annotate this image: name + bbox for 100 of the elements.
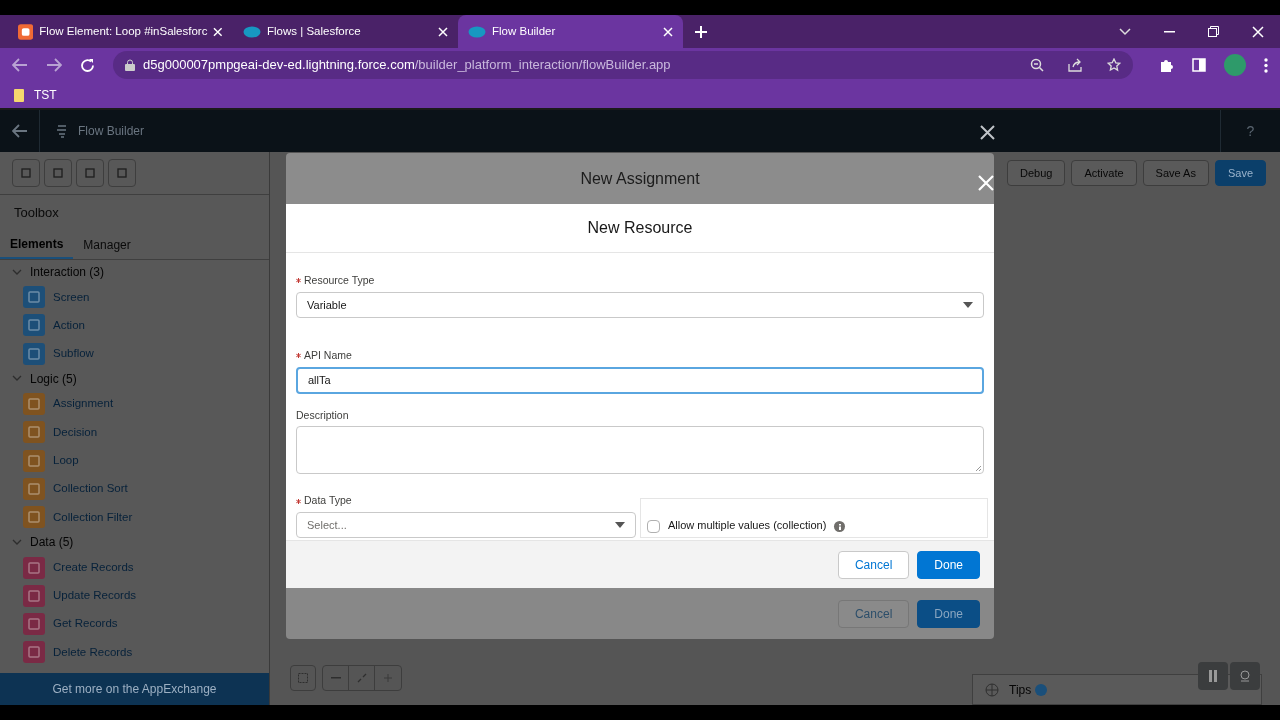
element-item[interactable]: Subflow (53, 345, 94, 363)
tab-title: Flow Builder (492, 23, 557, 39)
info-icon (1035, 683, 1048, 696)
copy-button[interactable] (76, 159, 104, 187)
cut-button[interactable] (108, 159, 136, 187)
group-label[interactable]: Interaction (3) (30, 263, 105, 281)
toolbar-button[interactable]: Activate (1071, 160, 1137, 186)
pause-icon (1209, 670, 1217, 682)
done-button[interactable]: Done (917, 550, 980, 579)
element-item[interactable]: Delete Records (53, 643, 133, 662)
side-panel-icon[interactable] (1192, 58, 1206, 72)
element-item[interactable]: Action (53, 316, 85, 335)
element-item[interactable]: Decision (53, 423, 98, 441)
toolbar-button[interactable]: Debug (1007, 160, 1066, 186)
record-button[interactable] (1230, 662, 1260, 690)
close-icon[interactable] (980, 125, 995, 140)
forward-icon[interactable] (46, 58, 62, 72)
undo-button[interactable] (12, 159, 40, 187)
info-icon (834, 521, 846, 532)
cancel-button[interactable]: Cancel (837, 550, 910, 579)
element-icon (23, 584, 45, 607)
toolbar-button[interactable]: Save As (1142, 160, 1209, 186)
cloud-icon (468, 25, 486, 38)
element-icon (23, 421, 45, 444)
toolbox-tab[interactable]: Elements (0, 230, 74, 259)
element-item[interactable]: Collection Filter (53, 508, 133, 526)
share-icon[interactable] (1068, 58, 1083, 72)
back-icon[interactable] (11, 124, 28, 138)
element-icon (23, 393, 45, 416)
toolbox-tab[interactable]: Manager (73, 230, 141, 259)
field-label: Description (296, 407, 349, 423)
caret-icon[interactable] (12, 268, 22, 276)
webcam-icon (1239, 670, 1251, 682)
modal-title: New Assignment (580, 168, 700, 189)
element-item[interactable]: Loop (53, 452, 79, 470)
toolbox-title: Toolbox (0, 194, 269, 230)
address-field[interactable]: d5g000007pmpgeai-dev-ed.lightning.force.com/builder_platform_interaction/flowBuilder.app (113, 51, 1133, 79)
data-type-select[interactable]: Select... (296, 512, 636, 538)
restore-icon[interactable] (1208, 26, 1219, 37)
element-icon (23, 641, 45, 664)
menu-icon[interactable] (1264, 57, 1268, 73)
lock-icon (125, 59, 135, 71)
element-icon (23, 506, 45, 529)
element-item[interactable]: Create Records (53, 558, 134, 577)
tips-label: Tips (1009, 681, 1032, 699)
dropdown-icon (615, 522, 625, 528)
element-item[interactable]: Collection Sort (53, 480, 128, 498)
browser-tab[interactable]: Flow Builder (458, 15, 683, 48)
bookmark[interactable]: TST (34, 86, 57, 104)
browser-tab[interactable]: Flow Element: Loop #inSalesforc (8, 15, 233, 48)
star-icon[interactable] (1107, 58, 1121, 72)
caret-icon[interactable] (12, 375, 22, 383)
chevron-icon[interactable] (1119, 27, 1131, 36)
element-icon (23, 613, 45, 636)
reload-icon[interactable] (80, 57, 95, 73)
url-host: d5g000007pmpgeai-dev-ed.lightning.force.com (143, 56, 415, 75)
cancel-button[interactable]: Cancel (837, 599, 910, 628)
help-icon[interactable]: ? (1246, 120, 1255, 142)
new-tab-icon[interactable] (695, 26, 707, 38)
globe-icon (985, 682, 999, 697)
toolbar-button[interactable]: Save (1214, 160, 1266, 186)
element-icon (23, 477, 45, 500)
back-icon[interactable] (12, 58, 28, 72)
zoom-out-icon[interactable] (1030, 58, 1044, 72)
description-field[interactable] (296, 426, 984, 475)
resize-handle-icon[interactable] (975, 465, 982, 473)
modal-title: New Resource (286, 204, 994, 253)
selection-icon (298, 673, 308, 683)
cloud-icon (243, 25, 261, 38)
tab-title: Flows | Salesforce (267, 23, 362, 39)
app-title: Flow Builder (78, 123, 145, 140)
element-icon (23, 342, 45, 365)
resource-type-select[interactable]: Variable (296, 291, 984, 318)
tab-title: Flow Element: Loop #inSalesforc (39, 23, 208, 39)
element-item[interactable]: Screen (53, 288, 90, 306)
api-name-field[interactable]: allTa (296, 366, 984, 394)
element-item[interactable]: Get Records (53, 615, 118, 633)
minus-icon (330, 677, 341, 679)
element-item[interactable]: Assignment (53, 395, 114, 413)
flow-icon (56, 124, 68, 138)
browser-tab[interactable]: Flows | Salesforce (233, 15, 458, 48)
avatar-icon[interactable] (1224, 54, 1246, 76)
group-label[interactable]: Data (5) (30, 533, 74, 552)
collection-checkbox[interactable] (647, 520, 660, 533)
puzzle-icon[interactable] (1159, 57, 1174, 73)
pause-button[interactable] (1198, 662, 1228, 690)
element-item[interactable]: Update Records (53, 587, 137, 605)
element-icon (23, 286, 45, 309)
url-path: /builder_platform_interaction/flowBuilder.app (414, 56, 671, 75)
appexchange-link[interactable]: Get more on the AppExchange (0, 673, 269, 705)
done-button[interactable]: Done (917, 599, 980, 628)
element-icon (23, 449, 45, 472)
redo-button[interactable] (44, 159, 72, 187)
caret-icon[interactable] (12, 538, 22, 546)
group-label[interactable]: Logic (5) (30, 369, 77, 388)
element-icon (23, 556, 45, 579)
checkbox-label: Allow multiple values (collection) (668, 517, 827, 533)
minimize-icon[interactable] (1164, 30, 1175, 33)
folder-icon (14, 88, 24, 102)
field-label: Resource Type (304, 273, 375, 288)
